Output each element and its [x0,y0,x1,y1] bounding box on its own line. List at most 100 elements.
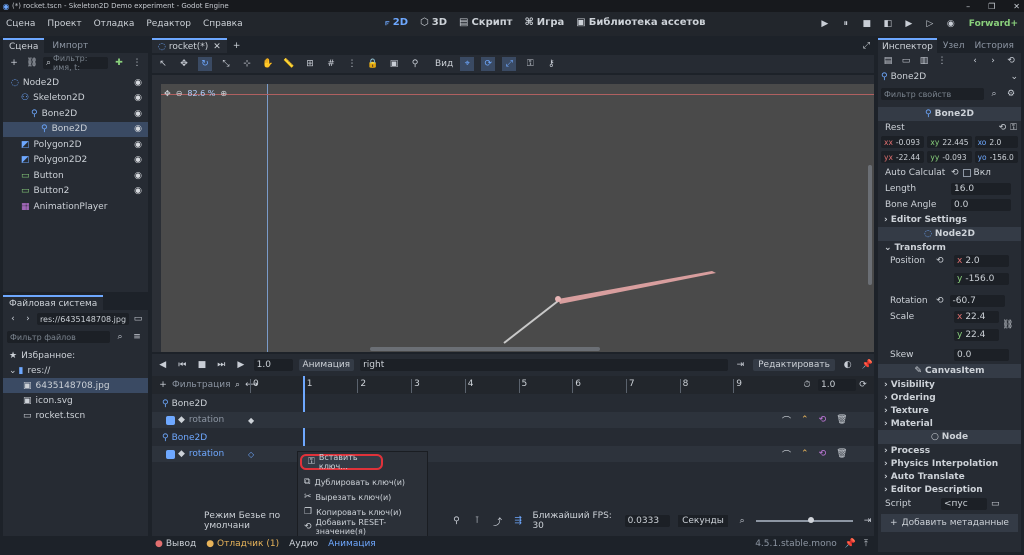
file-filter-input[interactable]: Фильтр файлов [7,331,110,343]
scene-tab[interactable]: ◌ rocket(*) ✕ [152,38,227,53]
reset-icon[interactable]: ⟲ [999,123,1007,133]
visibility-eye-icon[interactable]: ◉ [134,155,142,165]
play-scene-icon[interactable]: ▶ [902,17,916,31]
viewport-scrollbar-v[interactable] [868,165,872,285]
editor-settings-section[interactable]: › Editor Settings [878,213,1021,226]
interp-icon[interactable]: ⌒ [782,448,791,461]
snap-key-icon[interactable]: ⊺ [471,514,484,528]
position-x-input[interactable]: x 2.0 [954,255,1009,267]
object-selector[interactable]: ⚲ Bone2D ⌄ [878,69,1021,85]
track-group[interactable]: ⚲ Bone2D [152,430,874,446]
loop-wrap-icon[interactable]: ⟲ [819,449,827,459]
rest-yy[interactable]: yy -0.093 [927,151,972,163]
pan-tool-icon[interactable]: ✋ [261,57,275,71]
back-icon[interactable]: ‹ [968,54,982,68]
rest-xy[interactable]: xy 22.445 [927,136,972,148]
autoplay-icon[interactable]: ⇥ [734,358,748,372]
attach-script-icon[interactable]: ✚ [112,56,126,70]
inspector-section[interactable]: › Material [878,417,1021,430]
position-y-input[interactable]: y -156.0 [954,273,1009,285]
menu-scene[interactable]: Сцена [6,19,35,29]
edit-menu-button[interactable]: Редактировать [753,359,835,371]
file-item[interactable]: ▣ 6435148708.jpg [3,378,148,393]
play-start-icon[interactable]: ⏭ [215,358,229,372]
fit-timeline-icon[interactable]: ⇥ [861,514,874,528]
context-menu-item[interactable]: ⟲ Добавить RESET-значение(я) [298,518,427,536]
debugger-tab[interactable]: ● Отладчик (1) [206,539,279,549]
forward-icon[interactable]: › [986,54,1000,68]
snap-icon[interactable]: ⊞ [303,57,317,71]
delete-icon[interactable]: 🗑 [836,415,847,425]
animation-tab[interactable]: Анимация [328,539,376,549]
settings-icon[interactable]: ⚙ [1004,87,1018,101]
visibility-eye-icon[interactable]: ◉ [134,171,142,181]
rest-yo[interactable]: yo -156.0 [974,151,1018,163]
anim-speed-input[interactable]: 1.0 [253,359,293,371]
workspace-script[interactable]: ▤ Скрипт [459,17,512,28]
forward-icon[interactable]: › [22,312,34,326]
context-menu-item[interactable]: ✂ Вырезать ключ(и) [298,489,427,505]
audio-tab[interactable]: Аудио [289,539,318,549]
skew-input[interactable]: 0.0 [954,349,1009,361]
fullscreen-icon[interactable]: ⤢ [863,41,870,51]
scale-x-input[interactable]: x 22.4 [954,311,999,323]
play-icon[interactable]: ▶ [234,358,248,372]
renderer-select[interactable]: Forward+ [969,19,1018,29]
output-tab[interactable]: ● Вывод [155,539,196,549]
move-tool-icon[interactable]: ✥ [177,57,191,71]
menu-project[interactable]: Проект [47,19,81,29]
keyframe-position-icon[interactable]: ⌖ [460,57,475,71]
snap-menu-icon[interactable]: ⋮ [345,57,359,71]
new-resource-icon[interactable]: ▤ [881,54,895,68]
time-unit-select[interactable]: Секунды [678,515,728,527]
update-mode-icon[interactable]: ⌃ [801,415,809,425]
keyframe-scale-icon[interactable]: ⤢ [502,57,517,71]
rest-yx[interactable]: yx -22.44 [881,151,925,163]
onion-icon[interactable]: ◐ [841,358,855,372]
visibility-eye-icon[interactable]: ◉ [134,140,142,150]
anim-menu-button[interactable]: Анимация [298,359,355,371]
version-label[interactable]: 4.5.1.stable.mono [755,539,837,549]
snap-value-input[interactable]: 0.0333 [624,515,671,527]
scene-tree-item[interactable]: ⚇ Skeleton2D ◉ [3,91,148,106]
play-backwards-start-icon[interactable]: ⏮ [176,358,190,372]
timeline-ruler[interactable]: 0123456789 [250,376,790,394]
back-icon[interactable]: ‹ [7,312,19,326]
workspace-game[interactable]: ⌘ Игра [524,17,564,28]
visibility-eye-icon[interactable]: ◉ [134,109,142,119]
pin-icon[interactable]: 📌 [845,539,856,549]
bezier-icon[interactable]: ⤴ [491,514,504,528]
file-item[interactable]: ▣ icon.svg [3,393,148,408]
tab-history[interactable]: История [970,39,1017,53]
history-icon[interactable]: ⟲ [1004,54,1018,68]
pin-icon[interactable]: 📌 [860,358,874,372]
more-icon[interactable]: ⋮ [130,56,144,70]
property-filter-input[interactable]: Фильтр свойств [881,88,984,100]
new-tab-button[interactable]: + [233,41,241,51]
folder-root[interactable]: ⌄ ▮ res:// [3,363,148,378]
step-input[interactable]: 1.0 [818,379,856,391]
group-icon[interactable]: ▣ [387,57,401,71]
auto-calc-checkbox[interactable] [962,169,971,177]
minimize-button[interactable]: – [966,2,970,11]
extra-icon[interactable]: ⋮ [935,54,949,68]
bone-angle-input[interactable]: 0.0 [951,199,1011,211]
pause-icon[interactable]: ⏸ [839,17,853,31]
scale-y-input[interactable]: y 22.4 [954,329,999,341]
stop-icon[interactable]: ■ [860,17,874,31]
rotation-input[interactable]: -60.7 [949,295,1005,307]
visibility-eye-icon[interactable]: ◉ [134,93,142,103]
link-icon[interactable]: ⛓ [1002,320,1013,330]
track-filter-label[interactable]: Фильтрация [172,380,231,390]
workspace-3d[interactable]: ⬡ 3D [420,17,447,28]
scene-tree-item[interactable]: ▦ AnimationPlayer [3,199,148,214]
zoom-slider-handle[interactable] [808,517,815,523]
rest-xo[interactable]: xo 2.0 [974,136,1018,148]
workspace-2d[interactable]: ⟔ 2D [385,17,408,28]
search-icon[interactable]: ⌕ [231,378,245,392]
scene-tree-item[interactable]: ◌ Node2D ◉ [3,75,148,90]
close-button[interactable]: ✕ [1013,2,1020,11]
track-group[interactable]: ⚲ Bone2D [152,396,874,412]
fps-icon[interactable]: ⇶ [512,514,525,528]
keyframe-rotation-icon[interactable]: ⟳ [481,57,496,71]
